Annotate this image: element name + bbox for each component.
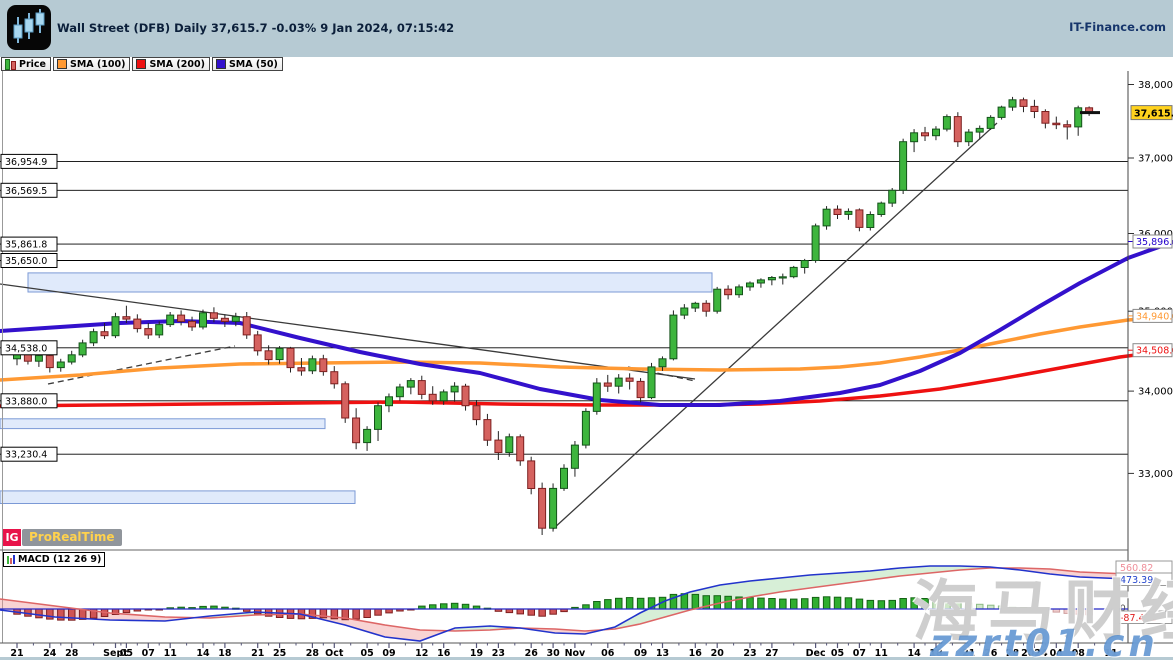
legend-price-label: Price	[19, 59, 46, 70]
candlestick-logo-icon	[7, 5, 51, 50]
macd-line	[0, 566, 1170, 641]
svg-text:560.82: 560.82	[1120, 563, 1153, 574]
legend-sma50-label: SMA (50)	[229, 59, 278, 70]
price-axis: 38,00037,00036,00035,00034,00033,00035,8…	[1128, 80, 1173, 480]
macd-histogram	[14, 594, 1093, 621]
svg-text:34,000: 34,000	[1138, 387, 1173, 398]
svg-text:35,896..: 35,896..	[1136, 237, 1173, 248]
legend-sma100-button[interactable]: SMA (100)	[53, 57, 130, 71]
header-bar: Wall Street (DFB) Daily 37,615.7 -0.03% …	[0, 0, 1173, 58]
current-price-dash	[1080, 111, 1100, 114]
macd-signal-line	[0, 568, 1170, 631]
candlestick-series	[14, 97, 1093, 535]
svg-text:33,880.0: 33,880.0	[5, 396, 47, 407]
svg-text:34,940..: 34,940..	[1136, 311, 1173, 322]
legend-price-button[interactable]: Price	[1, 57, 51, 71]
svg-text:34,538.0: 34,538.0	[5, 343, 47, 354]
svg-text:36,569.5: 36,569.5	[5, 186, 47, 197]
svg-text:33,230.4: 33,230.4	[5, 450, 47, 461]
chart-canvas[interactable]: 38,00037,00036,00035,00034,00033,00035,8…	[0, 0, 1173, 660]
legend-bar: Price SMA (100) SMA (200) SMA (50)	[0, 57, 1173, 71]
horizontal-levels	[0, 161, 1128, 454]
svg-text:33,000: 33,000	[1138, 469, 1173, 480]
macd-indicator-button[interactable]: MACD (12 26 9)	[3, 552, 105, 567]
prorealtime-badge[interactable]: ProRealTime	[22, 529, 122, 546]
macd-fills	[0, 566, 1170, 641]
svg-text:36,954.9: 36,954.9	[5, 157, 47, 168]
legend-sma200-label: SMA (200)	[149, 59, 204, 70]
trendlines	[0, 123, 997, 529]
sma50-color-icon	[216, 59, 226, 69]
svg-text:37,615..: 37,615..	[1134, 109, 1173, 120]
macd-axis-labels: 560.82473.390-87.431	[1116, 561, 1172, 624]
itfinance-brand: IT-Finance.com	[1069, 20, 1166, 34]
macd-indicator-label: MACD (12 26 9)	[18, 554, 101, 565]
svg-text:-87.431: -87.431	[1120, 613, 1157, 624]
trading-chart-window: 38,00037,00036,00035,00034,00033,00035,8…	[0, 0, 1173, 660]
svg-text:35,650.0: 35,650.0	[5, 256, 47, 267]
level-labels: 36,954.9 36,569.5 35,861.8 35,650.0 34,538.0…	[1, 154, 57, 461]
macd-mini-icon	[7, 555, 15, 564]
time-axis: 212428Sept0507111418212528Oct05091216192…	[10, 643, 1117, 659]
sma100-color-icon	[57, 59, 67, 69]
svg-text:38,000: 38,000	[1138, 80, 1173, 91]
svg-text:473.39: 473.39	[1120, 575, 1153, 586]
legend-sma200-button[interactable]: SMA (200)	[132, 57, 209, 71]
support-resistance-zones	[0, 273, 712, 504]
svg-text:34,508..: 34,508..	[1136, 346, 1173, 357]
legend-sma100-label: SMA (100)	[70, 59, 125, 70]
sma200-color-icon	[136, 59, 146, 69]
svg-text:35,861.8: 35,861.8	[5, 240, 47, 251]
instrument-title: Wall Street (DFB) Daily 37,615.7 -0.03% …	[57, 21, 454, 35]
ig-logo[interactable]: IG	[3, 529, 21, 546]
price-candle-icon	[5, 59, 16, 70]
legend-sma50-button[interactable]: SMA (50)	[212, 57, 283, 71]
svg-text:37,000: 37,000	[1138, 154, 1173, 165]
